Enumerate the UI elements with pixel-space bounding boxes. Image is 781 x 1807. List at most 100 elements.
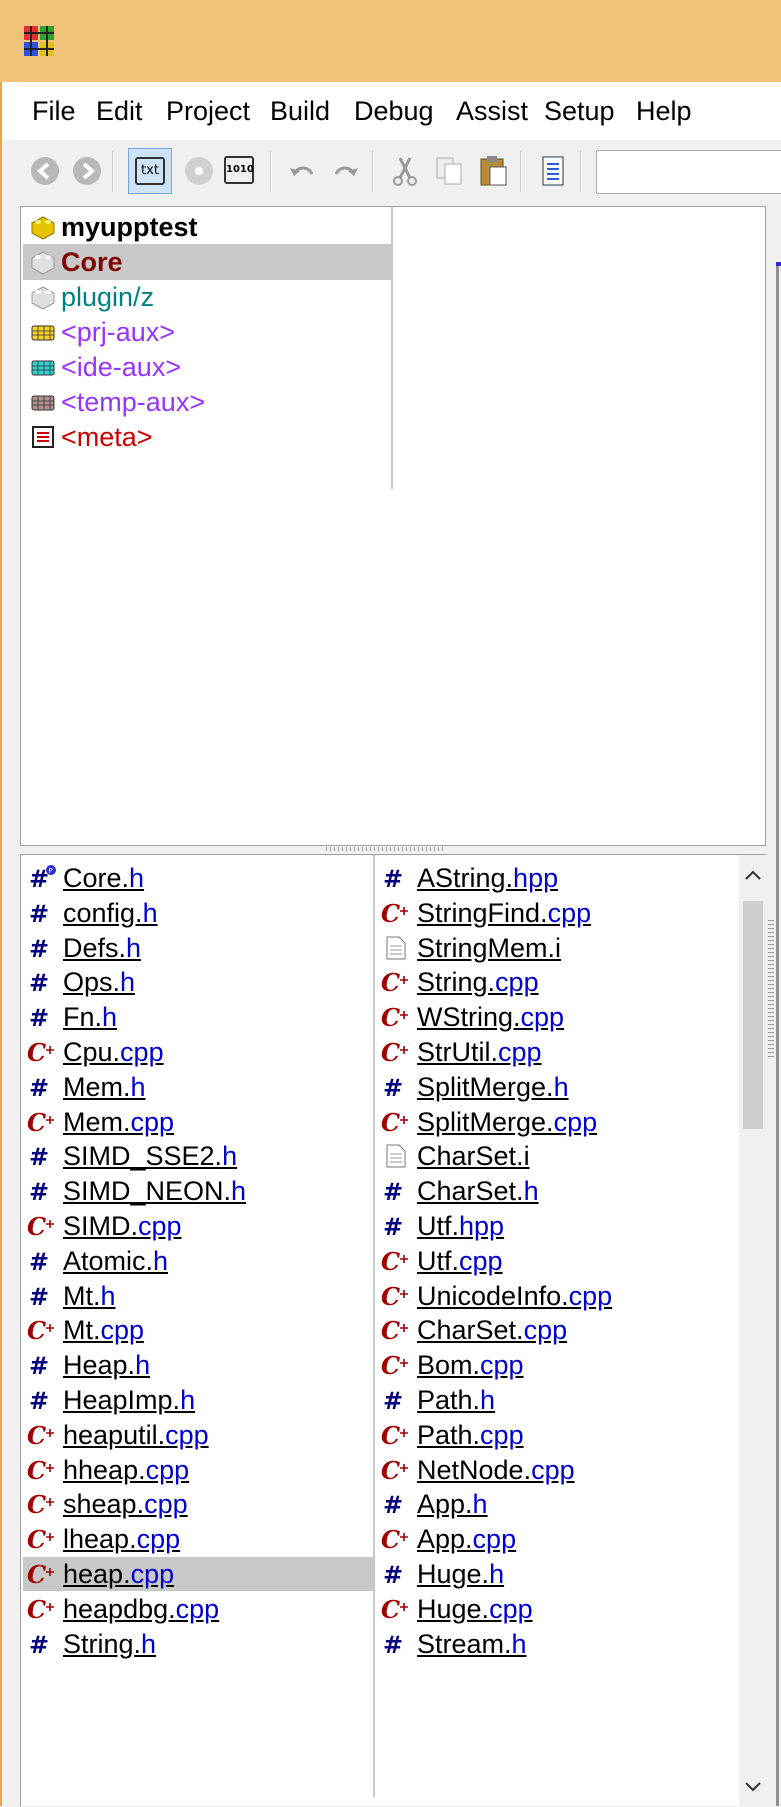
file-item[interactable]: C Utf.cpp	[377, 1244, 737, 1278]
cut-icon[interactable]	[388, 154, 422, 188]
file-item[interactable]: Clheap.cpp	[23, 1522, 373, 1556]
back-icon[interactable]	[28, 154, 62, 188]
file-item[interactable]: # String.h	[23, 1627, 373, 1661]
file-item[interactable]: C Mem.cpp	[23, 1105, 373, 1139]
forward-icon[interactable]	[70, 154, 104, 188]
file-base-name: UnicodeInfo.	[417, 1280, 569, 1311]
svg-text:#: #	[383, 1074, 403, 1101]
cpp-file-icon: C	[27, 1490, 57, 1519]
menu-help[interactable]: Help	[636, 82, 692, 140]
file-item[interactable]: # SplitMerge.h	[377, 1070, 737, 1104]
document-icon[interactable]	[536, 154, 570, 188]
file-item[interactable]: C StrUtil.cpp	[377, 1035, 737, 1069]
menu-project[interactable]: Project	[166, 82, 250, 140]
toolbar-combo-field[interactable]	[596, 150, 781, 194]
file-item[interactable]: Csheap.cpp	[23, 1487, 373, 1521]
menu-assist[interactable]: Assist	[456, 82, 528, 140]
file-item[interactable]: # Heap.h	[23, 1348, 373, 1382]
cpp-file-icon: C	[381, 1003, 411, 1032]
file-item[interactable]: # Ops.h	[23, 965, 373, 999]
file-item[interactable]: # Utf.hpp	[377, 1209, 737, 1243]
file-item[interactable]: C WString.cpp	[377, 1000, 737, 1034]
side-splitter-grip[interactable]	[768, 920, 774, 1060]
redo-icon[interactable]	[328, 154, 362, 188]
binary-mode-icon[interactable]: 1010	[224, 156, 254, 184]
file-item[interactable]: # Huge.h	[377, 1557, 737, 1591]
scrollbar-thumb[interactable]	[743, 901, 763, 1129]
file-item[interactable]: C String.cpp	[377, 965, 737, 999]
file-base-name: Huge.	[417, 1593, 490, 1624]
file-base-name: Utf.	[417, 1211, 460, 1241]
file-item[interactable]: C StringFind.cpp	[377, 896, 737, 930]
file-item[interactable]: C NetNode.cpp	[377, 1453, 737, 1487]
undo-icon[interactable]	[286, 154, 320, 188]
file-base-name: CharSet.	[417, 1141, 524, 1172]
menu-debug[interactable]: Debug	[354, 82, 434, 140]
file-name: String.cpp	[417, 965, 539, 999]
file-item[interactable]: C Cpu.cpp	[23, 1035, 373, 1069]
package-icon	[29, 248, 57, 276]
file-item[interactable]: Cheap.cpp	[23, 1557, 373, 1591]
panel-splitter[interactable]	[20, 846, 766, 854]
file-extension: h	[102, 1002, 118, 1033]
menu-build[interactable]: Build	[270, 82, 330, 140]
file-extension: cpp	[136, 1524, 181, 1555]
file-item[interactable]: C UnicodeInfo.cpp	[377, 1279, 737, 1313]
package-item[interactable]: myupptest	[23, 209, 391, 245]
svg-text:#: #	[29, 1631, 49, 1658]
file-item[interactable]: # P Core.h	[23, 861, 373, 895]
menu-file[interactable]: File	[32, 82, 76, 140]
file-item[interactable]: # CharSet.h	[377, 1174, 737, 1208]
file-list[interactable]: # P Core.h # config.h # Defs.h # Ops.h # Fn.h C Cpu.…	[20, 854, 767, 1807]
package-list[interactable]: myupptest Core plugin/z <prj-aux> <ide-aux> <…	[20, 206, 766, 846]
file-item[interactable]: StringMem.i	[377, 931, 737, 965]
file-item[interactable]: # Path.h	[377, 1383, 737, 1417]
scroll-down-icon[interactable]	[739, 1767, 767, 1807]
file-list-scrollbar[interactable]	[739, 855, 767, 1807]
file-item[interactable]: # App.h	[377, 1487, 737, 1521]
svg-text:C: C	[381, 1595, 400, 1623]
package-item[interactable]: Core	[23, 244, 391, 280]
cd-icon[interactable]	[182, 154, 216, 188]
file-item[interactable]: Cheaputil.cpp	[23, 1418, 373, 1452]
file-item[interactable]: # AString.hpp	[377, 861, 737, 895]
menu-edit[interactable]: Edit	[96, 82, 143, 140]
file-item[interactable]: # SIMD_SSE2.h	[23, 1139, 373, 1173]
file-item[interactable]: # Atomic.h	[23, 1244, 373, 1278]
file-item[interactable]: C Huge.cpp	[377, 1592, 737, 1626]
file-base-name: WString.	[417, 1002, 521, 1033]
package-item[interactable]: <meta>	[23, 419, 391, 455]
txt-mode-button[interactable]: txt	[128, 148, 172, 194]
file-item[interactable]: CharSet.i	[377, 1139, 737, 1173]
package-item[interactable]: plugin/z	[23, 279, 391, 315]
file-item[interactable]: # SIMD_NEON.h	[23, 1174, 373, 1208]
file-item[interactable]: # Stream.h	[377, 1627, 737, 1661]
file-item[interactable]: C CharSet.cpp	[377, 1313, 737, 1347]
file-item[interactable]: C App.cpp	[377, 1522, 737, 1556]
svg-text:C: C	[381, 1038, 400, 1066]
file-item[interactable]: # config.h	[23, 896, 373, 930]
copy-icon[interactable]	[432, 154, 466, 188]
package-item[interactable]: <temp-aux>	[23, 384, 391, 420]
file-item[interactable]: # Mt.h	[23, 1279, 373, 1313]
package-item[interactable]: <ide-aux>	[23, 349, 391, 385]
title-bar	[0, 0, 781, 82]
file-item[interactable]: C Mt.cpp	[23, 1313, 373, 1347]
file-item[interactable]: C Path.cpp	[377, 1418, 737, 1452]
file-item[interactable]: Chheap.cpp	[23, 1453, 373, 1487]
file-item[interactable]: Cheapdbg.cpp	[23, 1592, 373, 1626]
file-item[interactable]: # Mem.h	[23, 1070, 373, 1104]
menu-setup[interactable]: Setup	[544, 82, 615, 140]
paste-icon[interactable]	[476, 154, 510, 188]
file-item[interactable]: # HeapImp.h	[23, 1383, 373, 1417]
file-item[interactable]: C SIMD.cpp	[23, 1209, 373, 1243]
file-item[interactable]: # Fn.h	[23, 1000, 373, 1034]
package-item[interactable]: <prj-aux>	[23, 314, 391, 350]
file-item[interactable]: # Defs.h	[23, 931, 373, 965]
svg-text:#: #	[29, 1352, 49, 1379]
file-item[interactable]: C SplitMerge.cpp	[377, 1105, 737, 1139]
file-item[interactable]: C Bom.cpp	[377, 1348, 737, 1382]
file-extension: cpp	[145, 1454, 190, 1485]
scroll-up-icon[interactable]	[739, 855, 767, 895]
file-extension: cpp	[100, 1315, 145, 1346]
